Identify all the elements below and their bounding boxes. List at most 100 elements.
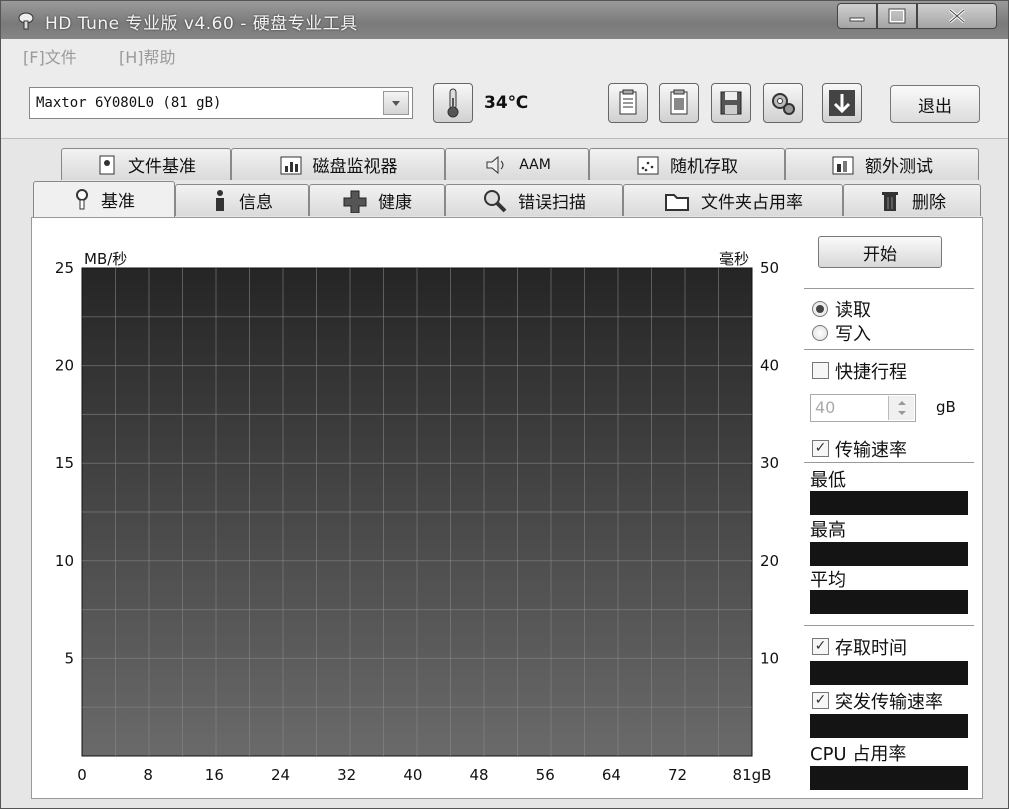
app-window: HD Tune 专业版 v4.60 - 硬盘专业工具 [F]文件 [H]帮助 M… bbox=[0, 0, 1009, 809]
separator bbox=[804, 625, 974, 626]
tab-folder-usage[interactable]: 文件夹占用率 bbox=[623, 184, 843, 216]
tab-info[interactable]: 信息 bbox=[175, 184, 309, 216]
drive-select[interactable]: Maxtor 6Y080L0 (81 gB) bbox=[29, 87, 413, 119]
exit-button[interactable]: 退出 bbox=[890, 85, 980, 123]
tab-erase[interactable]: 删除 bbox=[843, 184, 981, 216]
tab-file-benchmark[interactable]: 文件基准 bbox=[61, 148, 231, 180]
min-readout bbox=[810, 491, 968, 515]
separator bbox=[804, 288, 974, 289]
tab-label: 错误扫描 bbox=[518, 193, 586, 213]
write-radio[interactable] bbox=[812, 325, 828, 341]
tab-label: 信息 bbox=[239, 193, 273, 213]
temperature-value: 34℃ bbox=[484, 93, 529, 113]
benchmark-panel: MB/秒 毫秒 0 8 16 24 32 40 48 56 64 72 81gB 5 10 15 20 25 1… bbox=[31, 217, 983, 799]
x-tick-label: 48 bbox=[469, 766, 488, 784]
info-icon bbox=[216, 189, 224, 211]
app-icon bbox=[18, 12, 34, 30]
close-button[interactable] bbox=[917, 3, 997, 29]
x-tick-label: 56 bbox=[536, 766, 555, 784]
max-readout bbox=[810, 542, 968, 566]
file-benchmark-icon bbox=[99, 155, 115, 174]
window-title: HD Tune 专业版 v4.60 - 硬盘专业工具 bbox=[45, 14, 358, 34]
magnifier-icon bbox=[484, 189, 507, 212]
tab-label: 文件基准 bbox=[128, 157, 196, 177]
folder-icon bbox=[665, 193, 689, 211]
health-icon bbox=[343, 190, 367, 213]
copy-screenshot-icon bbox=[670, 89, 688, 115]
x-tick-label: 32 bbox=[337, 766, 356, 784]
y-left-tick-label: 15 bbox=[55, 454, 74, 472]
tab-label: 删除 bbox=[912, 193, 946, 213]
copy-screenshot-button[interactable] bbox=[659, 83, 699, 123]
tab-extra-tests[interactable]: 额外测试 bbox=[785, 148, 979, 180]
benchmark-icon bbox=[76, 188, 88, 209]
tab-random-access[interactable]: 随机存取 bbox=[589, 148, 785, 180]
burst-rate-label: 突发传输速率 bbox=[835, 692, 943, 713]
tab-aam[interactable]: AAM bbox=[445, 148, 589, 180]
benchmark-chart: MB/秒 毫秒 0 8 16 24 32 40 48 56 64 72 81gB 5 10 15 20 25 1… bbox=[55, 250, 779, 784]
access-time-checkbox[interactable]: ✓ bbox=[812, 638, 829, 655]
options-button[interactable] bbox=[763, 83, 803, 123]
tab-health[interactable]: 健康 bbox=[309, 184, 445, 216]
y-right-tick-label: 50 bbox=[760, 259, 779, 277]
menu-file[interactable]: [F]文件 bbox=[23, 44, 77, 68]
tab-label: AAM bbox=[519, 156, 551, 173]
tab-label: 文件夹占用率 bbox=[701, 193, 803, 213]
download-button[interactable] bbox=[822, 83, 862, 123]
y-axis-left-label: MB/秒 bbox=[84, 250, 127, 268]
x-tick-label: 64 bbox=[602, 766, 621, 784]
tab-disk-monitor[interactable]: 磁盘监视器 bbox=[231, 148, 445, 180]
x-tick-label: 8 bbox=[143, 766, 153, 784]
x-tick-label: 72 bbox=[668, 766, 687, 784]
y-left-tick-label: 20 bbox=[55, 357, 74, 375]
minimize-icon bbox=[849, 17, 865, 22]
separator bbox=[804, 462, 974, 463]
download-icon bbox=[829, 90, 855, 116]
disk-monitor-icon bbox=[280, 156, 301, 174]
y-axis-right-label: 毫秒 bbox=[719, 250, 749, 268]
short-stroke-checkbox[interactable] bbox=[812, 362, 829, 379]
x-tick-label: 0 bbox=[77, 766, 87, 784]
trash-icon bbox=[882, 191, 898, 211]
tab-benchmark[interactable]: 基准 bbox=[33, 181, 175, 217]
save-button[interactable] bbox=[711, 83, 751, 123]
transfer-rate-label: 传输速率 bbox=[835, 440, 907, 461]
thermometer-icon bbox=[447, 88, 459, 118]
copy-info-icon bbox=[619, 89, 637, 115]
max-label: 最高 bbox=[810, 520, 846, 541]
random-access-icon bbox=[637, 156, 659, 174]
copy-info-button[interactable] bbox=[608, 83, 648, 123]
maximize-icon bbox=[888, 8, 906, 24]
tab-label: 随机存取 bbox=[670, 157, 738, 177]
short-stroke-unit: gB bbox=[936, 398, 956, 416]
spinner-arrows-icon bbox=[898, 401, 906, 415]
menu-help[interactable]: [H]帮助 bbox=[119, 44, 176, 68]
transfer-rate-checkbox[interactable]: ✓ bbox=[812, 440, 829, 457]
burst-rate-checkbox[interactable]: ✓ bbox=[812, 692, 829, 709]
separator bbox=[804, 349, 974, 350]
maximize-button[interactable] bbox=[877, 3, 917, 29]
x-tick-label: 81gB bbox=[733, 766, 772, 784]
y-left-tick-label: 25 bbox=[55, 259, 74, 277]
title-bar[interactable]: HD Tune 专业版 v4.60 - 硬盘专业工具 bbox=[1, 1, 1008, 39]
y-left-tick-label: 10 bbox=[55, 552, 74, 570]
temperature-button[interactable] bbox=[433, 83, 473, 123]
drive-select-value: Maxtor 6Y080L0 (81 gB) bbox=[36, 95, 222, 111]
y-right-tick-label: 30 bbox=[760, 454, 779, 472]
save-icon bbox=[720, 91, 742, 115]
drive-dropdown-button[interactable] bbox=[383, 91, 409, 115]
read-label: 读取 bbox=[835, 300, 871, 321]
avg-label: 平均 bbox=[810, 570, 846, 591]
minimize-button[interactable] bbox=[837, 3, 877, 29]
write-label: 写入 bbox=[835, 324, 871, 345]
access-time-readout bbox=[810, 661, 968, 685]
options-icon bbox=[772, 93, 795, 115]
toolbar: Maxtor 6Y080L0 (81 gB) 34℃ 退出 bbox=[1, 69, 1008, 139]
short-stroke-spinner[interactable] bbox=[888, 396, 914, 420]
x-tick-label: 16 bbox=[205, 766, 224, 784]
tab-error-scan[interactable]: 错误扫描 bbox=[445, 184, 623, 216]
close-icon bbox=[949, 8, 965, 24]
start-button[interactable]: 开始 bbox=[818, 236, 942, 268]
x-tick-label: 40 bbox=[403, 766, 422, 784]
read-radio[interactable] bbox=[812, 301, 828, 317]
